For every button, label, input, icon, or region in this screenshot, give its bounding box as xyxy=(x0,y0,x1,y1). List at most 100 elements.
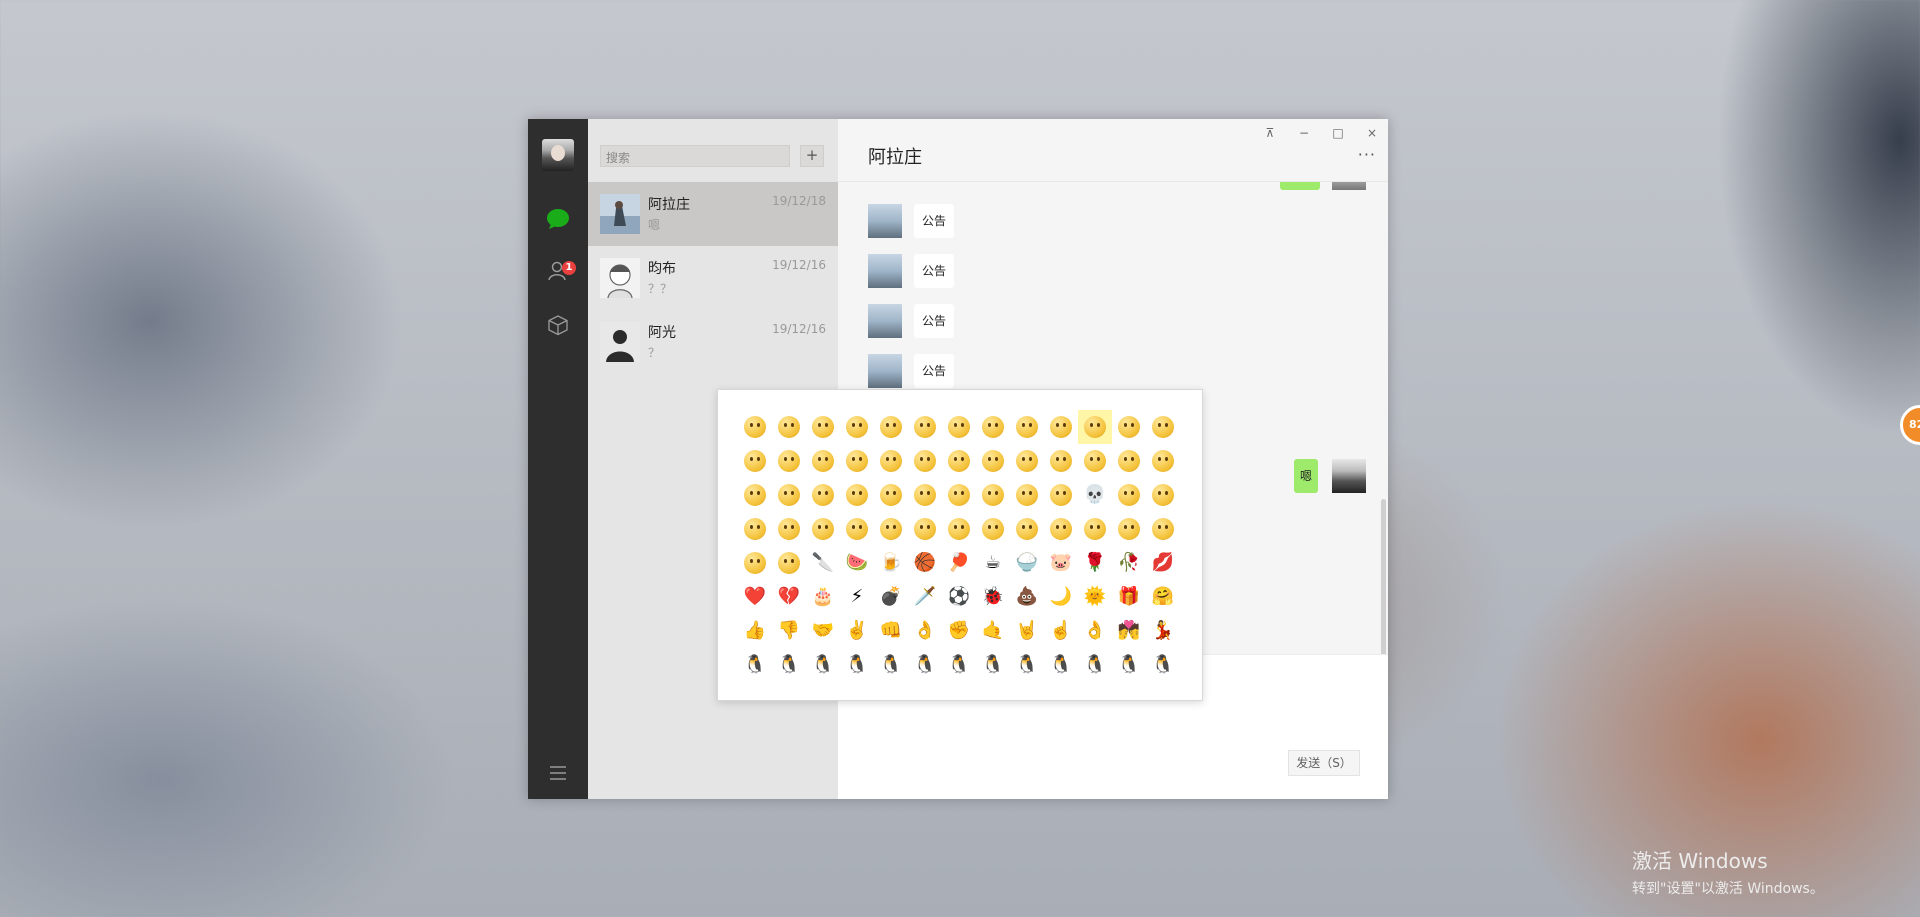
emoji-item[interactable] xyxy=(874,410,908,444)
emoji-item[interactable]: 🐧 xyxy=(840,648,874,682)
emoji-item[interactable]: 🤙 xyxy=(976,614,1010,648)
emoji-item[interactable] xyxy=(976,410,1010,444)
emoji-item[interactable]: 🐧 xyxy=(1146,648,1180,682)
emoji-item[interactable]: 💀 xyxy=(1078,478,1112,512)
search-input[interactable]: 搜索 xyxy=(600,145,790,167)
emoji-item[interactable]: 🐧 xyxy=(772,648,806,682)
close-button[interactable]: × xyxy=(1360,123,1384,143)
emoji-item[interactable]: 🤝 xyxy=(806,614,840,648)
emoji-item[interactable] xyxy=(1010,478,1044,512)
emoji-item[interactable] xyxy=(840,478,874,512)
emoji-item[interactable]: 💣 xyxy=(874,580,908,614)
emoji-item[interactable] xyxy=(874,444,908,478)
emoji-item[interactable]: 🎁 xyxy=(1112,580,1146,614)
emoji-item[interactable]: 🔪 xyxy=(806,546,840,580)
add-button[interactable]: + xyxy=(800,145,824,167)
emoji-item[interactable] xyxy=(942,444,976,478)
emoji-item[interactable] xyxy=(806,410,840,444)
emoji-item[interactable] xyxy=(1146,444,1180,478)
emoji-item[interactable] xyxy=(738,444,772,478)
emoji-item[interactable] xyxy=(772,410,806,444)
emoji-item[interactable]: 👌 xyxy=(908,614,942,648)
emoji-item[interactable] xyxy=(840,512,874,546)
emoji-item[interactable] xyxy=(738,478,772,512)
emoji-item[interactable] xyxy=(908,410,942,444)
emoji-item[interactable]: 🥀 xyxy=(1112,546,1146,580)
menu-icon[interactable] xyxy=(546,761,570,785)
emoji-item[interactable] xyxy=(908,444,942,478)
emoji-item[interactable] xyxy=(1078,410,1112,444)
emoji-item[interactable] xyxy=(1112,478,1146,512)
emoji-item[interactable] xyxy=(1112,444,1146,478)
emoji-item[interactable] xyxy=(1112,410,1146,444)
emoji-item[interactable]: 🐧 xyxy=(942,648,976,682)
emoji-item[interactable]: 🤘 xyxy=(1010,614,1044,648)
emoji-item[interactable] xyxy=(1044,410,1078,444)
emoji-item[interactable] xyxy=(1112,512,1146,546)
emoji-item[interactable]: 💋 xyxy=(1146,546,1180,580)
emoji-item[interactable] xyxy=(1146,478,1180,512)
emoji-item[interactable]: 🐧 xyxy=(1010,648,1044,682)
emoji-item[interactable]: 🐧 xyxy=(1044,648,1078,682)
emoji-item[interactable]: 🐞 xyxy=(976,580,1010,614)
emoji-item[interactable]: 👍 xyxy=(738,614,772,648)
emoji-item[interactable]: 🐷 xyxy=(1044,546,1078,580)
emoji-item[interactable] xyxy=(908,512,942,546)
emoji-item[interactable]: 💏 xyxy=(1112,614,1146,648)
emoji-item[interactable]: 🏀 xyxy=(908,546,942,580)
minimize-button[interactable]: − xyxy=(1292,123,1316,143)
emoji-item[interactable]: 👊 xyxy=(874,614,908,648)
emoji-item[interactable] xyxy=(976,444,1010,478)
floating-badge[interactable]: 82 xyxy=(1900,405,1920,445)
emoji-item[interactable] xyxy=(976,478,1010,512)
emoji-item[interactable]: 👌 xyxy=(1078,614,1112,648)
emoji-item[interactable] xyxy=(874,478,908,512)
emoji-item[interactable]: 💩 xyxy=(1010,580,1044,614)
conversation-item[interactable]: 昀布 ？？ 19/12/16 xyxy=(588,246,838,310)
emoji-item[interactable]: ☝️ xyxy=(1044,614,1078,648)
emoji-item[interactable]: 🐧 xyxy=(1078,648,1112,682)
emoji-item[interactable]: 🍺 xyxy=(874,546,908,580)
emoji-item[interactable]: 🍉 xyxy=(840,546,874,580)
emoji-item[interactable]: 🎂 xyxy=(806,580,840,614)
emoji-item[interactable] xyxy=(1044,444,1078,478)
emoji-item[interactable] xyxy=(942,478,976,512)
chat-scrollbar[interactable] xyxy=(1381,499,1386,657)
emoji-item[interactable]: ✌️ xyxy=(840,614,874,648)
emoji-item[interactable]: 🐧 xyxy=(806,648,840,682)
emoji-item[interactable]: ❤️ xyxy=(738,580,772,614)
emoji-item[interactable]: 🌞 xyxy=(1078,580,1112,614)
emoji-item[interactable] xyxy=(738,546,772,580)
emoji-item[interactable] xyxy=(806,478,840,512)
emoji-item[interactable] xyxy=(772,444,806,478)
emoji-item[interactable]: 🐧 xyxy=(976,648,1010,682)
conversation-item[interactable]: 阿拉庄 嗯 19/12/18 xyxy=(588,182,838,246)
emoji-item[interactable]: 🐧 xyxy=(1112,648,1146,682)
chat-icon[interactable] xyxy=(546,207,570,231)
emoji-item[interactable]: ✊ xyxy=(942,614,976,648)
emoji-item[interactable]: ⚽ xyxy=(942,580,976,614)
emoji-item[interactable] xyxy=(1078,512,1112,546)
my-avatar[interactable] xyxy=(542,139,574,171)
emoji-item[interactable]: 🌹 xyxy=(1078,546,1112,580)
emoji-item[interactable]: 🌙 xyxy=(1044,580,1078,614)
emoji-item[interactable] xyxy=(942,512,976,546)
emoji-item[interactable] xyxy=(874,512,908,546)
emoji-item[interactable] xyxy=(806,512,840,546)
emoji-item[interactable]: 🗡️ xyxy=(908,580,942,614)
emoji-item[interactable] xyxy=(1010,444,1044,478)
emoji-item[interactable]: 👎 xyxy=(772,614,806,648)
emoji-item[interactable] xyxy=(1146,512,1180,546)
emoji-item[interactable] xyxy=(1044,512,1078,546)
emoji-item[interactable] xyxy=(976,512,1010,546)
maximize-button[interactable]: □ xyxy=(1326,123,1350,143)
emoji-item[interactable] xyxy=(840,410,874,444)
emoji-item[interactable]: 🤗 xyxy=(1146,580,1180,614)
emoji-item[interactable]: 🐧 xyxy=(874,648,908,682)
emoji-item[interactable] xyxy=(840,444,874,478)
emoji-item[interactable]: 💃 xyxy=(1146,614,1180,648)
emoji-item[interactable] xyxy=(942,410,976,444)
emoji-item[interactable] xyxy=(1044,478,1078,512)
emoji-item[interactable]: 🏓 xyxy=(942,546,976,580)
emoji-item[interactable]: 🐧 xyxy=(908,648,942,682)
